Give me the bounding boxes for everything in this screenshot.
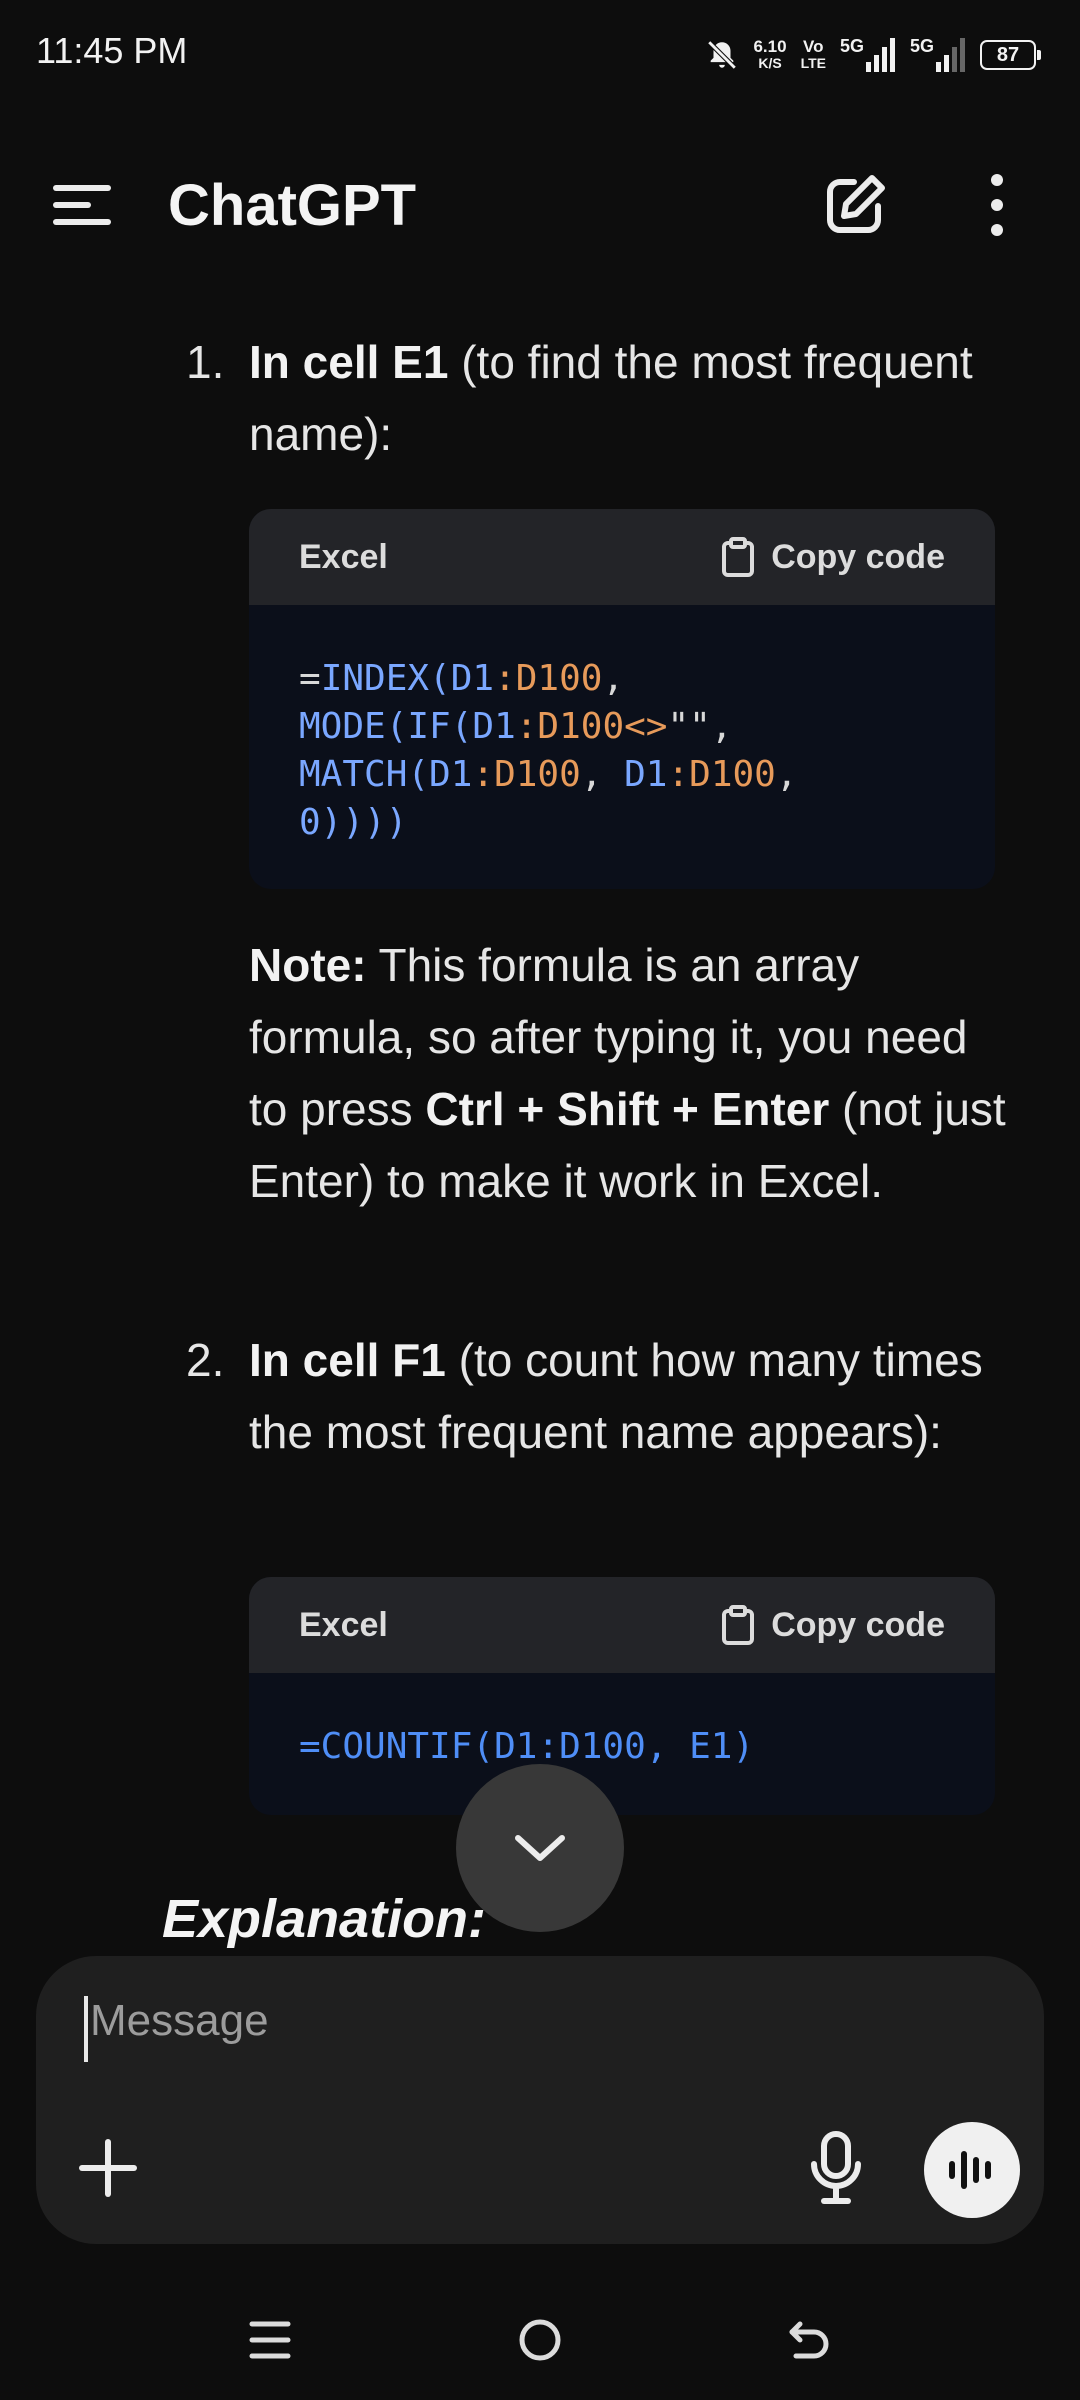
menu-button[interactable] xyxy=(52,182,112,228)
code-block-1: Excel Copy code =INDEX(D1:D100, MODE(IF(… xyxy=(249,509,995,889)
dictation-button[interactable] xyxy=(806,2130,866,2206)
edit-icon xyxy=(827,175,885,233)
code-language-label: Excel xyxy=(299,537,388,576)
step1-text: In cell E1 (to find the most frequent na… xyxy=(249,336,973,460)
back-icon xyxy=(789,2321,829,2359)
code-line-3: MATCH(D1:D100, D1:D100, xyxy=(299,754,798,795)
battery-indicator: 87 xyxy=(980,40,1041,70)
nav-recents-button[interactable] xyxy=(230,2300,310,2380)
nav-home-button[interactable] xyxy=(500,2300,580,2380)
chevron-down-icon xyxy=(515,1835,565,1861)
clipboard-icon xyxy=(722,537,755,577)
status-icons: 6.10 K/S Vo LTE 5G 5G 87 xyxy=(705,30,1041,80)
nav-back-button[interactable] xyxy=(770,2300,850,2380)
code-language-label: Excel xyxy=(299,1605,388,1644)
status-time: 11:45 PM xyxy=(36,30,188,71)
attach-button[interactable] xyxy=(76,2136,140,2200)
code-content: =COUNTIF(D1:D100, E1) xyxy=(299,1726,755,1767)
clipboard-icon xyxy=(722,1605,755,1645)
copy-code-button[interactable]: Copy code xyxy=(721,1605,945,1645)
scroll-to-bottom-button[interactable] xyxy=(456,1764,624,1932)
message-composer: Message xyxy=(36,1956,1044,2244)
menu-icon xyxy=(53,185,111,225)
app-title: ChatGPT xyxy=(168,173,417,238)
recents-icon xyxy=(249,2321,291,2359)
code-line-1: =INDEX(D1:D100, xyxy=(299,658,625,699)
voice-mode-button[interactable] xyxy=(924,2122,1020,2218)
code-block-2: Excel Copy code =COUNTIF(D1:D100, E1) xyxy=(249,1577,995,1815)
code-line-2: MODE(IF(D1:D100<>"", xyxy=(299,706,733,747)
code-block-header: Excel Copy code xyxy=(249,1577,995,1673)
new-chat-button[interactable] xyxy=(820,170,890,240)
code-line-4: 0)))) xyxy=(299,802,408,843)
sim1-signal: 5G xyxy=(840,37,896,72)
step1-number: 1. xyxy=(186,336,225,388)
step2-text: In cell F1 (to count how many times the … xyxy=(249,1334,983,1458)
top-app-bar: ChatGPT xyxy=(0,150,1080,260)
code-content: =INDEX(D1:D100, MODE(IF(D1:D100<>"", MAT… xyxy=(249,605,995,889)
sim2-signal: 5G xyxy=(910,37,966,72)
explanation-heading: Explanation: xyxy=(162,1889,487,1949)
signal-weak-icon xyxy=(936,38,965,72)
signal-icon xyxy=(865,38,895,72)
copy-code-button[interactable]: Copy code xyxy=(721,537,945,577)
home-icon xyxy=(519,2319,561,2361)
mic-icon xyxy=(811,2131,861,2204)
code-block-header: Excel Copy code xyxy=(249,509,995,605)
net-speed: 6.10 K/S xyxy=(753,37,787,71)
plus-icon xyxy=(79,2139,137,2197)
voice-wave-icon xyxy=(949,2151,991,2189)
bell-off-icon xyxy=(707,40,737,70)
message-input[interactable]: Message xyxy=(84,1996,790,2062)
volte-indicator: Vo LTE xyxy=(800,37,826,71)
note-paragraph: Note: This formula is an array formula, … xyxy=(249,939,1006,1207)
more-vertical-icon xyxy=(991,174,1003,236)
status-bar: 11:45 PM 6.10 K/S Vo LTE 5G 5G 87 xyxy=(0,0,1080,110)
step2-number: 2. xyxy=(186,1334,225,1386)
more-options-button[interactable] xyxy=(972,170,1022,240)
